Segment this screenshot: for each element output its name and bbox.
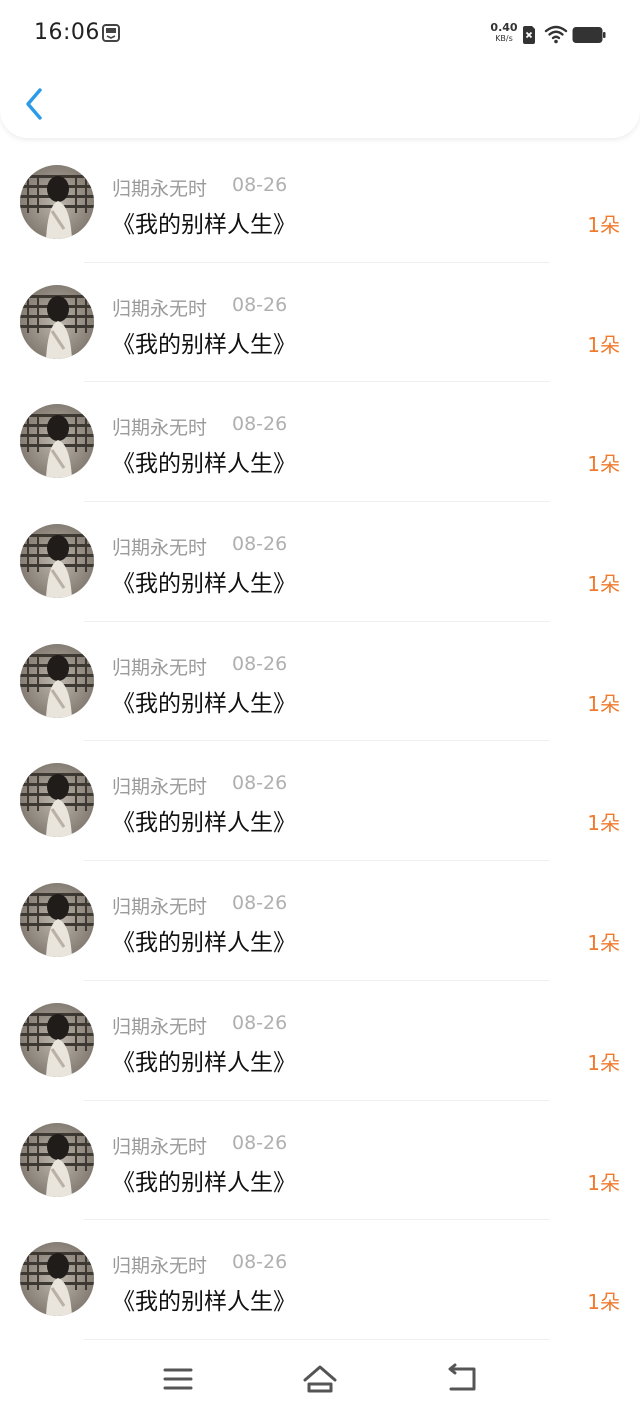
book-title[interactable]: 《我的别样人生》 bbox=[112, 684, 296, 718]
timestamp: 08-26 bbox=[232, 293, 288, 316]
gift-amount: 1朵 bbox=[587, 1050, 620, 1075]
avatar[interactable] bbox=[20, 404, 94, 479]
gift-amount: 1朵 bbox=[587, 1290, 620, 1315]
book-title[interactable]: 《我的别样人生》 bbox=[112, 923, 296, 957]
timestamp: 08-26 bbox=[232, 892, 288, 915]
list-item[interactable]: 归期永无时 08-26 《我的别样人生》 1朵 bbox=[0, 143, 640, 263]
gift-amount: 1朵 bbox=[587, 931, 620, 956]
gift-amount: 1朵 bbox=[587, 1170, 620, 1195]
book-title[interactable]: 《我的别样人生》 bbox=[112, 1163, 296, 1197]
net-speed: 0.40 KB/s bbox=[486, 22, 522, 44]
gift-record-list: 归期永无时 08-26 《我的别样人生》 1朵 归期永无时 08-26 《我的别样人生》 1朵… bbox=[0, 143, 640, 1340]
book-title[interactable]: 《我的别样人生》 bbox=[112, 1282, 296, 1316]
gift-amount: 1朵 bbox=[587, 332, 620, 357]
book-title[interactable]: 《我的别样人生》 bbox=[112, 1043, 296, 1077]
avatar[interactable] bbox=[20, 763, 94, 838]
username: 归期永无时 bbox=[112, 1255, 208, 1278]
status-time: 16:06 bbox=[34, 20, 100, 45]
avatar[interactable] bbox=[20, 1122, 94, 1197]
avatar[interactable] bbox=[20, 165, 94, 239]
gift-amount: 1朵 bbox=[587, 691, 620, 716]
sim-icon bbox=[523, 26, 535, 44]
username: 归期永无时 bbox=[112, 178, 208, 200]
status-bar: 16:06 0.40 KB/s bbox=[0, 0, 640, 70]
battery-icon bbox=[572, 27, 606, 43]
system-nav-bar bbox=[0, 1343, 640, 1415]
book-title[interactable]: 《我的别样人生》 bbox=[112, 325, 296, 359]
timestamp: 08-26 bbox=[232, 533, 288, 556]
username: 归期永无时 bbox=[112, 297, 208, 320]
timestamp: 08-26 bbox=[232, 413, 288, 436]
divider bbox=[84, 1338, 550, 1340]
screen: 16:06 0.40 KB/s 归期永无时 08-26 《我的别样人生》 1朵 … bbox=[0, 0, 640, 1415]
list-item[interactable]: 归期永无时 08-26 《我的别样人生》 1朵 bbox=[0, 382, 640, 503]
menu-icon[interactable] bbox=[158, 1361, 198, 1397]
timestamp: 08-26 bbox=[232, 652, 288, 675]
gift-amount: 1朵 bbox=[587, 811, 620, 836]
book-title[interactable]: 《我的别样人生》 bbox=[112, 803, 296, 837]
gift-amount: 1朵 bbox=[587, 213, 620, 237]
home-icon[interactable] bbox=[300, 1361, 340, 1397]
net-speed-unit: KB/s bbox=[495, 34, 513, 43]
gift-amount: 1朵 bbox=[587, 452, 620, 477]
username: 归期永无时 bbox=[112, 776, 208, 799]
book-title[interactable]: 《我的别样人生》 bbox=[112, 444, 296, 478]
wifi-icon bbox=[544, 25, 568, 44]
back-button[interactable] bbox=[18, 84, 52, 124]
gift-amount: 1朵 bbox=[587, 572, 620, 597]
net-speed-value: 0.40 bbox=[490, 21, 518, 34]
header: 16:06 0.40 KB/s bbox=[0, 0, 640, 138]
username: 归期永无时 bbox=[112, 1135, 208, 1158]
list-item[interactable]: 归期永无时 08-26 《我的别样人生》 1朵 bbox=[0, 981, 640, 1101]
username: 归期永无时 bbox=[112, 656, 208, 679]
username: 归期永无时 bbox=[112, 537, 208, 560]
app-icon bbox=[102, 24, 120, 42]
book-title[interactable]: 《我的别样人生》 bbox=[112, 564, 296, 598]
avatar[interactable] bbox=[20, 1242, 94, 1317]
username: 归期永无时 bbox=[112, 417, 208, 440]
avatar[interactable] bbox=[20, 883, 94, 958]
username: 归期永无时 bbox=[112, 1015, 208, 1038]
timestamp: 08-26 bbox=[232, 1131, 288, 1154]
list-item[interactable]: 归期永无时 08-26 《我的别样人生》 1朵 bbox=[0, 1220, 640, 1340]
list-item[interactable]: 归期永无时 08-26 《我的别样人生》 1朵 bbox=[0, 502, 640, 622]
avatar[interactable] bbox=[20, 643, 94, 718]
list-item[interactable]: 归期永无时 08-26 《我的别样人生》 1朵 bbox=[0, 1101, 640, 1221]
avatar[interactable] bbox=[20, 284, 94, 359]
list-item[interactable]: 归期永无时 08-26 《我的别样人生》 1朵 bbox=[0, 861, 640, 981]
back-icon[interactable] bbox=[442, 1361, 482, 1397]
username: 归期永无时 bbox=[112, 896, 208, 919]
timestamp: 08-26 bbox=[232, 174, 288, 196]
book-title[interactable]: 《我的别样人生》 bbox=[112, 205, 296, 239]
list-item[interactable]: 归期永无时 08-26 《我的别样人生》 1朵 bbox=[0, 741, 640, 862]
avatar[interactable] bbox=[20, 524, 94, 599]
avatar[interactable] bbox=[20, 1002, 94, 1077]
timestamp: 08-26 bbox=[232, 1011, 288, 1034]
list-item[interactable]: 归期永无时 08-26 《我的别样人生》 1朵 bbox=[0, 263, 640, 383]
timestamp: 08-26 bbox=[232, 772, 288, 795]
chevron-left-icon bbox=[26, 88, 42, 120]
timestamp: 08-26 bbox=[232, 1251, 288, 1274]
list-item[interactable]: 归期永无时 08-26 《我的别样人生》 1朵 bbox=[0, 622, 640, 742]
